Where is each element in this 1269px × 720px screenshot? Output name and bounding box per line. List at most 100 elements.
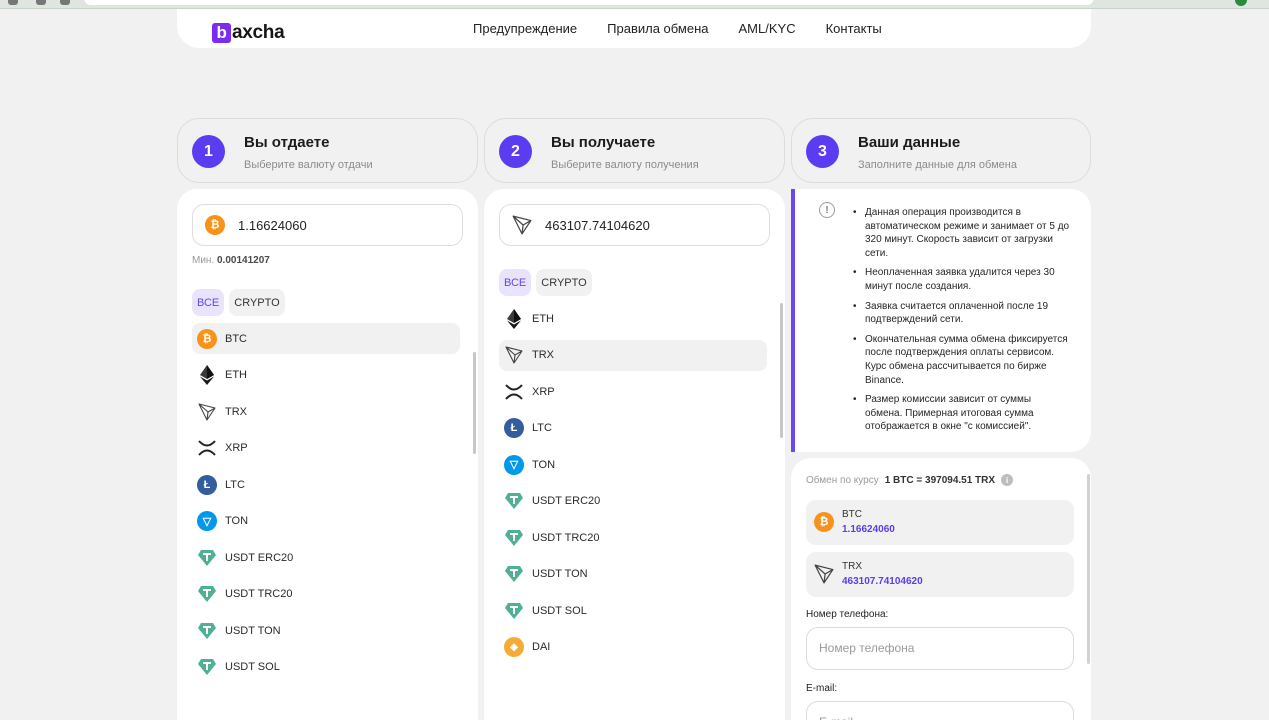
filter-all[interactable]: ВСЕ xyxy=(192,289,225,316)
logo-mark: b xyxy=(212,23,231,43)
browser-toolbar xyxy=(0,0,1269,9)
info-bullet: Окончательная сумма обмена фиксируется п… xyxy=(851,333,1071,387)
receive-filters: ВСЕ CRYPTO xyxy=(499,269,592,296)
exchange-rate: Обмен по курсу 1 BTC = 397094.51 TRX i xyxy=(806,474,1014,486)
currency-item-usdt-erc20[interactable]: USDT ERC20 xyxy=(192,542,460,573)
phone-input[interactable]: Номер телефона xyxy=(806,627,1074,670)
receive-panel: 463107.74104620 ВСЕ CRYPTO ETH TRX XRP Ł… xyxy=(484,189,785,720)
filter-all[interactable]: ВСЕ xyxy=(499,269,532,296)
currency-item-btc[interactable]: ₿ BTC xyxy=(192,323,460,354)
info-card: ! Данная операция производится в автомат… xyxy=(791,189,1091,452)
currency-item-ton[interactable]: ▽ TON xyxy=(192,506,460,537)
email-label: E-mail: xyxy=(806,683,838,694)
nav-warning[interactable]: Предупреждение xyxy=(473,21,577,36)
btc-icon: ₿ xyxy=(197,328,217,349)
step-title: Ваши данные xyxy=(858,134,961,151)
give-summary: ₿ BTC 1.16624060 xyxy=(806,500,1074,545)
receive-list-scrollbar[interactable] xyxy=(780,303,783,438)
usdt-icon xyxy=(504,601,524,621)
give-list-scrollbar[interactable] xyxy=(473,352,476,454)
reload-icon[interactable] xyxy=(60,0,70,5)
btc-icon: ₿ xyxy=(814,512,834,532)
currency-item-eth[interactable]: ETH xyxy=(192,360,460,391)
currency-item-trx[interactable]: TRX xyxy=(192,396,460,427)
step-data: 3 Ваши данные Заполните данные для обмен… xyxy=(791,118,1091,183)
step-give: 1 Вы отдаете Выберите валюту отдачи xyxy=(177,118,478,183)
currency-item-dai[interactable]: ◈ DAI xyxy=(499,632,767,663)
step-subtitle: Выберите валюту отдачи xyxy=(244,159,373,171)
eth-icon xyxy=(504,308,524,329)
get-summary: TRX 463107.74104620 xyxy=(806,552,1074,597)
currency-item-ltc[interactable]: Ł LTC xyxy=(499,413,767,444)
logo-text: axcha xyxy=(232,22,285,43)
info-bullet: Данная операция производится в автоматич… xyxy=(851,206,1071,260)
step-subtitle: Заполните данные для обмена xyxy=(858,159,1017,171)
give-amount-value[interactable]: 1.16624060 xyxy=(238,218,307,233)
xrp-icon xyxy=(504,382,524,402)
usdt-icon xyxy=(504,564,524,584)
nav-rules[interactable]: Правила обмена xyxy=(607,21,708,36)
ton-icon: ▽ xyxy=(504,454,524,475)
step-subtitle: Выберите валюту получения xyxy=(551,159,699,171)
logo[interactable]: b axcha xyxy=(212,22,285,43)
filter-crypto[interactable]: CRYPTO xyxy=(229,289,285,316)
address-bar[interactable] xyxy=(84,0,1094,5)
usdt-icon xyxy=(197,621,217,641)
info-bullet: Неоплаченная заявка удалится через 30 ми… xyxy=(851,266,1071,293)
nav-aml[interactable]: AML/KYC xyxy=(739,21,796,36)
ton-icon: ▽ xyxy=(197,511,217,531)
email-input[interactable]: E-mail xyxy=(806,701,1074,720)
step-title: Вы получаете xyxy=(551,134,656,151)
filter-crypto[interactable]: CRYPTO xyxy=(536,269,592,296)
give-panel: ₿ 1.16624060 Мин. 0.00141207 ВСЕ CRYPTO … xyxy=(177,189,478,720)
currency-item-xrp[interactable]: XRP xyxy=(192,433,460,464)
receive-amount-input[interactable]: 463107.74104620 xyxy=(499,204,770,246)
btc-icon: ₿ xyxy=(205,215,225,235)
info-bullet: Размер комиссии зависит от суммы обмена.… xyxy=(851,393,1071,434)
currency-item-ltc[interactable]: Ł LTC xyxy=(192,469,460,500)
step-receive: 2 Вы получаете Выберите валюту получения xyxy=(484,118,785,183)
info-list: Данная операция производится в автоматич… xyxy=(851,206,1071,440)
usdt-icon xyxy=(197,548,217,568)
rate-info-icon[interactable]: i xyxy=(1001,474,1014,486)
info-bullet: Заявка считается оплаченной после 19 под… xyxy=(851,300,1071,327)
main-nav: Предупреждение Правила обмена AML/KYC Ко… xyxy=(473,21,882,36)
currency-item-usdt-ton[interactable]: USDT TON xyxy=(192,615,460,646)
rate-value: 1 BTC = 397094.51 TRX xyxy=(884,474,996,486)
usdt-icon xyxy=(197,584,217,604)
min-amount: Мин. 0.00141207 xyxy=(192,255,270,266)
usdt-icon xyxy=(504,491,524,511)
usdt-icon xyxy=(197,657,217,677)
eth-icon xyxy=(197,365,217,385)
currency-item-eth[interactable]: ETH xyxy=(499,303,767,334)
give-currency-list: ₿ BTC ETH TRX XRP Ł LTC ▽ TON USDT ERC20… xyxy=(192,323,460,688)
trx-icon xyxy=(814,564,834,589)
currency-item-trx[interactable]: TRX xyxy=(499,339,767,371)
step-number: 2 xyxy=(499,135,532,168)
give-amount-input[interactable]: ₿ 1.16624060 xyxy=(192,204,463,246)
step-number: 1 xyxy=(192,135,225,168)
forward-icon[interactable] xyxy=(36,0,46,5)
nav-contacts[interactable]: Контакты xyxy=(826,21,882,36)
back-icon[interactable] xyxy=(8,0,18,5)
form-scrollbar[interactable] xyxy=(1087,474,1090,664)
dai-icon: ◈ xyxy=(504,637,524,657)
receive-amount-value[interactable]: 463107.74104620 xyxy=(545,218,650,233)
ltc-icon: Ł xyxy=(197,474,217,495)
currency-item-usdt-erc20[interactable]: USDT ERC20 xyxy=(499,486,767,517)
xrp-icon xyxy=(197,438,217,458)
currency-item-ton[interactable]: ▽ TON xyxy=(499,449,767,480)
profile-icon[interactable] xyxy=(1235,0,1247,6)
currency-item-usdt-ton[interactable]: USDT TON xyxy=(499,559,767,590)
currency-item-usdt-sol[interactable]: USDT SOL xyxy=(499,595,767,626)
site-header: b axcha Предупреждение Правила обмена AM… xyxy=(177,9,1091,48)
currency-item-usdt-trc20[interactable]: USDT TRC20 xyxy=(192,579,460,610)
ltc-icon: Ł xyxy=(504,418,524,438)
exchange-form: Обмен по курсу 1 BTC = 397094.51 TRX i ₿… xyxy=(791,458,1091,720)
currency-item-usdt-trc20[interactable]: USDT TRC20 xyxy=(499,522,767,553)
info-icon: ! xyxy=(819,202,835,218)
currency-item-xrp[interactable]: XRP xyxy=(499,376,767,407)
currency-item-usdt-sol[interactable]: USDT SOL xyxy=(192,652,460,683)
give-filters: ВСЕ CRYPTO xyxy=(192,289,285,316)
trx-icon xyxy=(197,402,217,422)
